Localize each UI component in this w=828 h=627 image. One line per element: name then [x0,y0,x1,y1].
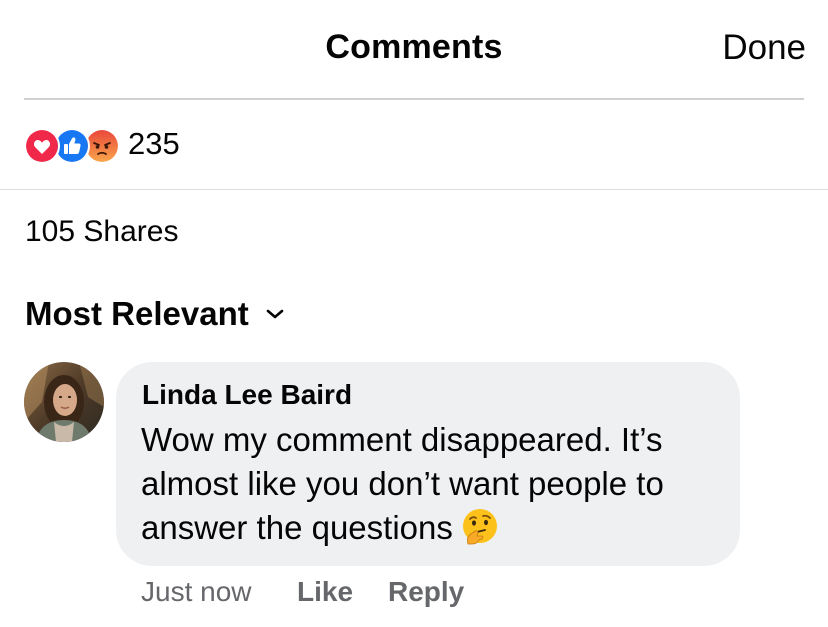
shares-count[interactable]: 105 Shares [25,215,178,249]
row-divider [0,189,828,190]
comment-text: Wow my comment disappeared. It’s almost … [141,418,731,550]
reaction-icons [24,128,124,164]
comments-screen: Comments Done 235 105 Shares Most Releva… [0,0,828,627]
avatar[interactable] [24,362,104,442]
like-button[interactable]: Like [297,576,353,608]
reactions-summary[interactable]: 235 [0,100,828,189]
sort-label: Most Relevant [25,295,249,332]
page-title: Comments [325,28,503,66]
profile-photo [24,362,104,442]
comment-author[interactable]: Linda Lee Baird [142,379,352,411]
sort-selector[interactable]: Most Relevant [25,292,285,336]
comment-bubble: Linda Lee Baird Wow my comment disappear… [116,362,740,566]
reply-button[interactable]: Reply [388,576,464,608]
comment-body: Wow my comment disappeared. It’s almost … [141,421,664,546]
header-bar: Comments Done [0,0,828,100]
thinking-face-icon [462,509,497,545]
comment-timestamp: Just now [141,576,252,607]
done-button[interactable]: Done [722,28,806,68]
love-icon [24,128,60,164]
chevron-down-icon [266,309,284,319]
reaction-count: 235 [128,126,180,161]
